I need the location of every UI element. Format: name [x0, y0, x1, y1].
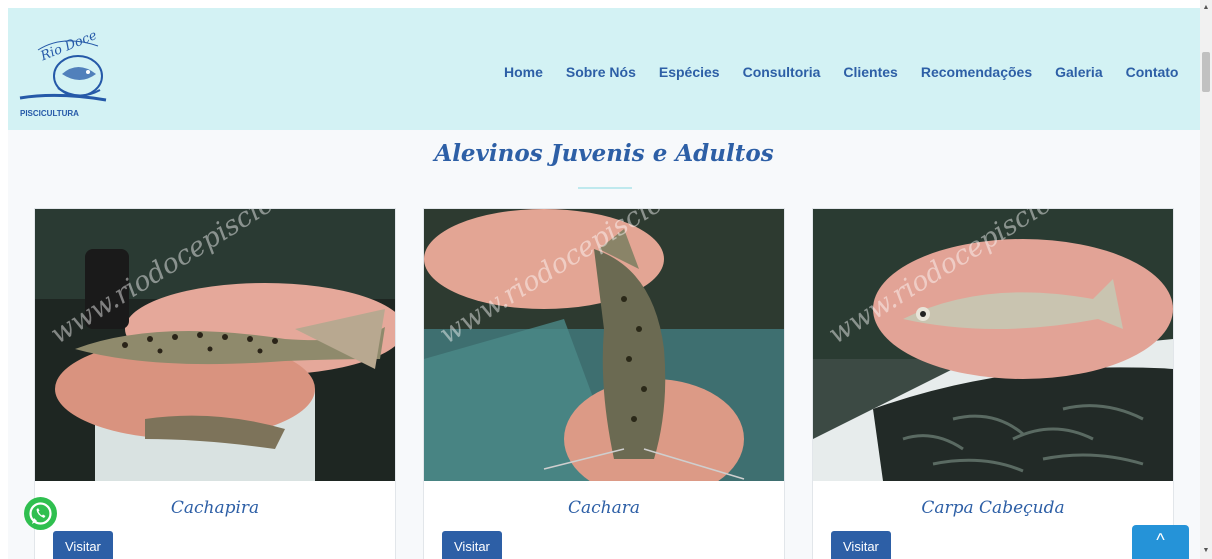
nav-sobre-nos[interactable]: Sobre Nós — [554, 64, 647, 80]
site-header: Rio Doce PISCICULTURA Home Sobre Nós Esp… — [8, 8, 1200, 130]
species-photo: www.riodocepiscicultura.com.br — [35, 209, 395, 481]
logo[interactable]: Rio Doce PISCICULTURA — [18, 28, 118, 126]
scrollbar[interactable]: ▲ ▼ — [1200, 0, 1212, 559]
whatsapp-icon[interactable] — [24, 497, 57, 530]
nav-home[interactable]: Home — [492, 64, 554, 80]
back-to-top-button[interactable]: ^ — [1132, 525, 1189, 559]
nav-contato[interactable]: Contato — [1114, 64, 1190, 80]
species-name: Carpa Cabeçuda — [921, 498, 1065, 518]
section-title: Alevinos Juvenis e Adultos — [434, 140, 774, 167]
species-name: Cachara — [567, 498, 640, 518]
species-card-carpa-cabecuda: www.riodocepiscicultura.com.br Carpa Cab… — [812, 208, 1174, 559]
nav-especies[interactable]: Espécies — [647, 64, 731, 80]
scroll-up-arrow-icon[interactable]: ▲ — [1200, 2, 1212, 14]
nav-recomendacoes[interactable]: Recomendações — [909, 64, 1043, 80]
species-card-cachara: www.riodocepiscicultura.com.br Cachara V… — [423, 208, 785, 559]
visit-button[interactable]: Visitar — [53, 531, 113, 559]
visit-button[interactable]: Visitar — [442, 531, 502, 559]
nav-galeria[interactable]: Galeria — [1044, 64, 1114, 80]
species-photo: www.riodocepiscicultura.com.br — [424, 209, 784, 481]
page: Rio Doce PISCICULTURA Home Sobre Nós Esp… — [8, 8, 1200, 559]
scroll-thumb[interactable] — [1202, 52, 1210, 92]
species-name: Cachapira — [170, 498, 260, 518]
title-divider — [578, 187, 632, 189]
main-nav: Home Sobre Nós Espécies Consultoria Clie… — [492, 64, 1190, 80]
logo-fish-icon: Rio Doce — [19, 28, 107, 102]
scroll-down-arrow-icon[interactable]: ▼ — [1200, 545, 1212, 557]
species-photo: www.riodocepiscicultura.com.br — [813, 209, 1173, 481]
nav-clientes[interactable]: Clientes — [832, 64, 909, 80]
nav-consultoria[interactable]: Consultoria — [731, 64, 832, 80]
logo-text: PISCICULTURA — [20, 109, 79, 118]
species-card-cachapira: www.riodocepiscicultura.com.br Cachapira… — [34, 208, 396, 559]
visit-button[interactable]: Visitar — [831, 531, 891, 559]
